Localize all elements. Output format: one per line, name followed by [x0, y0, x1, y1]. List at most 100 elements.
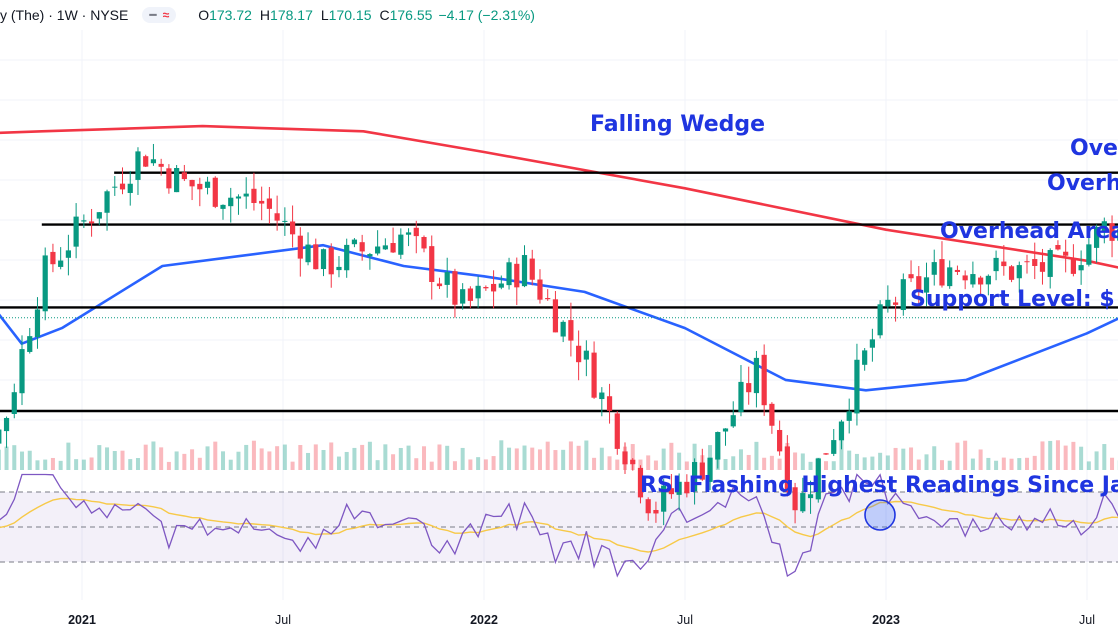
candle-body: [823, 453, 829, 455]
volume-bar: [190, 449, 195, 470]
candle-body: [104, 191, 110, 213]
volume-bar: [514, 448, 519, 470]
candle-body: [552, 299, 559, 333]
overhead-area-label: Overhead Area: [940, 219, 1118, 244]
volume-bar: [4, 446, 9, 470]
volume-bar: [66, 442, 71, 470]
candle-body: [947, 267, 953, 287]
volume-bar: [824, 461, 829, 470]
volume-bar: [452, 461, 457, 470]
volume-bar: [20, 451, 25, 470]
volume-bar: [159, 447, 164, 470]
volume-bar: [205, 446, 210, 470]
volume-bar: [847, 450, 852, 470]
candle-body: [367, 254, 373, 257]
volume-bar: [777, 458, 782, 470]
candle-body: [119, 183, 126, 190]
overhead-label-2: Overh: [1047, 171, 1118, 196]
volume-bar: [831, 461, 836, 470]
volume-bar: [994, 460, 999, 470]
candle-body: [1016, 265, 1022, 279]
volume-bar: [43, 459, 48, 470]
volume-bar: [468, 459, 473, 470]
candle-body: [738, 381, 744, 413]
candle-body: [939, 259, 945, 286]
volume-bar: [947, 460, 952, 470]
volume-bar: [507, 447, 512, 470]
axis-tick-label: Jul: [275, 613, 291, 627]
volume-bar: [360, 444, 365, 470]
volume-bar: [313, 444, 318, 470]
candle-body: [885, 299, 891, 307]
volume-bar: [561, 449, 566, 470]
candle-body: [568, 320, 574, 341]
candle-body: [985, 275, 991, 285]
candle-body: [212, 177, 218, 207]
candle-body: [297, 235, 303, 259]
candle-body: [838, 421, 845, 441]
volume-bar: [275, 446, 280, 470]
volume-bar: [182, 453, 187, 470]
candle-body: [521, 255, 528, 287]
volume-bar: [901, 448, 906, 470]
volume-bar: [808, 461, 813, 470]
volume-bar: [321, 449, 326, 470]
volume-bar: [970, 458, 975, 470]
time-axis[interactable]: 2021Jul2022Jul2023Jul2024Jul2025Jul2026: [68, 613, 1118, 627]
volume-bar: [731, 456, 736, 470]
candle-body: [614, 413, 620, 449]
volume-bar: [429, 461, 434, 470]
candle-body: [498, 283, 504, 288]
candle-body: [228, 197, 234, 207]
volume-bar: [762, 457, 767, 470]
candle-body: [382, 245, 388, 250]
candle-body: [769, 403, 775, 426]
volume-bar: [530, 447, 535, 470]
volume-bar: [1001, 457, 1006, 470]
volume-bar: [267, 451, 272, 470]
volume-bar: [862, 457, 867, 470]
volume-bar: [1032, 455, 1037, 470]
candle-body: [753, 357, 760, 394]
volume-bar: [1025, 457, 1030, 470]
candle-body: [490, 283, 497, 292]
axis-tick-label: 2022: [470, 613, 498, 627]
candle-body: [50, 251, 56, 265]
candle-body: [127, 183, 133, 193]
volume-bar: [128, 459, 133, 470]
candle-body: [993, 257, 999, 272]
volume-bar: [290, 461, 295, 470]
volume-bar: [522, 445, 527, 470]
volume-bar: [677, 452, 682, 470]
candle-body: [34, 309, 41, 338]
candle-body: [251, 188, 257, 203]
candle-body: [73, 216, 79, 247]
volume-bar: [259, 448, 264, 470]
candle-body: [1001, 261, 1007, 267]
candle-body: [1086, 244, 1092, 265]
volume-bar: [592, 457, 597, 470]
overhead-label-1: Ove: [1070, 136, 1118, 161]
volume-bar: [197, 457, 202, 470]
candle-body: [892, 302, 899, 305]
candle-body: [970, 274, 976, 285]
volume-bar: [445, 445, 450, 470]
candle-body: [730, 415, 736, 427]
volume-bar: [584, 440, 589, 470]
candle-body: [545, 298, 551, 300]
volume-bar: [939, 460, 944, 470]
candle-body: [398, 234, 404, 255]
candle-body: [359, 242, 365, 252]
volume-bar: [769, 455, 774, 470]
candle-body: [583, 350, 589, 360]
axis-tick-label: Jul: [1079, 613, 1095, 627]
volume-bar: [81, 459, 86, 470]
candle-body: [274, 213, 280, 221]
support-level-label: Support Level: $: [910, 287, 1115, 312]
candle-body: [483, 286, 489, 289]
volume-bar: [646, 455, 651, 470]
candle-body: [1047, 250, 1053, 277]
volume-bar: [568, 441, 573, 470]
price-chart[interactable]: 2021Jul2022Jul2023Jul2024Jul2025Jul2026 …: [0, 0, 1118, 628]
volume-bar: [383, 444, 388, 470]
